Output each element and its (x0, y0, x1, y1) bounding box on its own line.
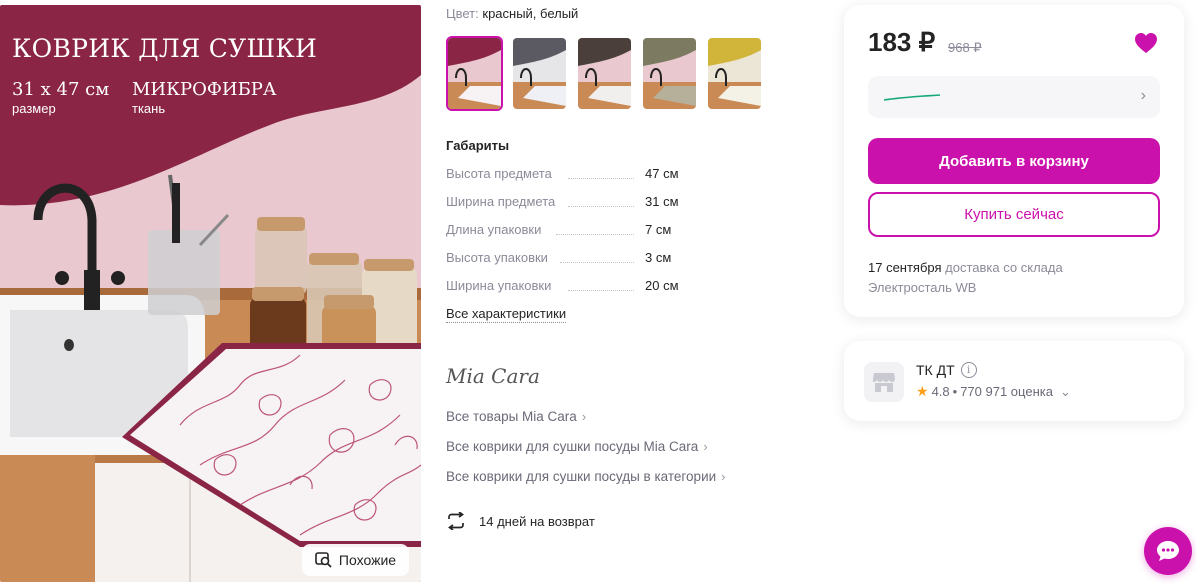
dimension-row: Ширина упаковки 20 см (446, 278, 706, 296)
return-policy-text: 14 дней на возврат (479, 513, 595, 529)
dimension-row: Высота предмета 47 см (446, 166, 706, 184)
dimensions-title: Габариты (446, 138, 510, 153)
color-info: Цвет: красный, белый (446, 6, 578, 21)
chevron-right-icon: › (703, 439, 708, 454)
brand-all-products-link[interactable]: Все товары Mia Cara › (446, 409, 586, 424)
heart-icon[interactable] (1134, 32, 1158, 54)
seller-name[interactable]: ТК ДТ i (916, 362, 977, 378)
dotted-leader (568, 178, 634, 179)
installment-widget[interactable]: › (868, 76, 1160, 118)
fabric-caption: ткань (132, 101, 166, 116)
delivery-info: 17 сентября доставка со склада Электрост… (868, 258, 1063, 298)
delivery-warehouse: Электросталь WB (868, 280, 977, 295)
chat-button[interactable] (1144, 527, 1192, 575)
dimension-row: Длина упаковки 7 см (446, 222, 706, 240)
all-specs-link[interactable]: Все характеристики (446, 306, 567, 323)
seller-name-text: ТК ДТ (916, 362, 955, 378)
star-icon: ★ (916, 383, 929, 399)
category-link[interactable]: Все коврики для сушки посуды в категории… (446, 469, 726, 484)
brand-category-link[interactable]: Все коврики для сушки посуды Mia Cara › (446, 439, 708, 454)
color-value: красный, белый (482, 6, 579, 21)
rating-separator: • (952, 384, 958, 399)
current-price: 183 ₽ (868, 27, 936, 57)
dimension-value: 47 см (645, 166, 679, 181)
brand-link-label: Все коврики для сушки посуды в категории (446, 469, 717, 484)
seller-rating-value: 4.8 (931, 384, 950, 399)
thumbnail-image (448, 38, 501, 109)
thumbnail-variant-1[interactable] (446, 36, 503, 111)
chevron-down-icon: ⌄ (1059, 383, 1071, 399)
thumbnail-variant-4[interactable] (641, 36, 698, 111)
price-card: 183 ₽ 968 ₽ › Добавить в корзину Купить … (844, 5, 1184, 317)
dotted-leader (556, 234, 634, 235)
seller-card[interactable]: ТК ДТ i ★ 4.8 • 770 971 оценка ⌄ (844, 341, 1184, 421)
thumbnail-variant-2[interactable] (511, 36, 568, 111)
brand-link-label: Все коврики для сушки посуды Mia Cara (446, 439, 699, 454)
fabric-value: МИКРОФИБРА (132, 79, 277, 100)
chevron-right-icon: › (1140, 87, 1146, 104)
installment-logo-icon (883, 94, 941, 101)
size-caption: размер (12, 101, 56, 116)
seller-avatar (864, 362, 904, 402)
dimension-label: Высота упаковки (446, 250, 548, 265)
chat-bubble-icon (1157, 541, 1179, 561)
seller-rating[interactable]: ★ 4.8 • 770 971 оценка ⌄ (916, 383, 1071, 400)
promo-title: КОВРИК ДЛЯ СУШКИ (12, 34, 318, 63)
return-arrows-icon (448, 512, 464, 530)
chevron-right-icon: › (581, 409, 587, 424)
thumbnail-variant-3[interactable] (576, 36, 633, 111)
dimension-label: Высота предмета (446, 166, 552, 181)
delivery-text: доставка со склада (945, 260, 1063, 275)
thumbnail-image (643, 38, 696, 109)
dimension-value: 7 см (645, 222, 672, 237)
dimension-value: 20 см (645, 278, 679, 293)
chevron-right-icon: › (721, 469, 726, 484)
return-policy: 14 дней на возврат (446, 512, 595, 530)
dimension-value: 31 см (645, 194, 679, 209)
thumbnail-image (708, 38, 761, 109)
seller-reviews-count: 770 971 оценка (960, 384, 1053, 399)
dimension-label: Ширина предмета (446, 194, 556, 209)
delivery-date: 17 сентября (868, 260, 942, 275)
info-icon[interactable]: i (960, 362, 977, 378)
dimension-label: Ширина упаковки (446, 278, 552, 293)
old-price: 968 ₽ (948, 40, 982, 55)
similar-button[interactable]: Похожие (302, 544, 409, 576)
similar-button-label: Похожие (338, 552, 397, 568)
thumbnail-image (578, 38, 631, 109)
dotted-leader (568, 206, 634, 207)
similar-search-icon (315, 552, 332, 568)
brand-logo-text: Mia Cara (446, 364, 540, 388)
color-variant-thumbnails (446, 36, 763, 111)
dimension-row: Высота упаковки 3 см (446, 250, 706, 268)
size-value: 31 x 47 см (12, 79, 110, 100)
product-main-image[interactable]: КОВРИК ДЛЯ СУШКИ 31 x 47 см размер МИКРО… (0, 5, 421, 582)
dimension-row: Ширина предмета 31 см (446, 194, 706, 212)
buy-now-button[interactable]: Купить сейчас (868, 192, 1160, 237)
thumbnail-image (513, 38, 566, 109)
dotted-leader (568, 290, 634, 291)
add-to-cart-button[interactable]: Добавить в корзину (868, 138, 1160, 184)
brand-logo[interactable]: Mia Cara (446, 364, 540, 388)
brand-link-label: Все товары Mia Cara (446, 409, 577, 424)
color-label: Цвет: (446, 6, 479, 21)
store-icon (872, 373, 895, 392)
dimension-label: Длина упаковки (446, 222, 542, 237)
thumbnail-variant-5[interactable] (706, 36, 763, 111)
dimension-value: 3 см (645, 250, 672, 265)
dotted-leader (560, 262, 634, 263)
